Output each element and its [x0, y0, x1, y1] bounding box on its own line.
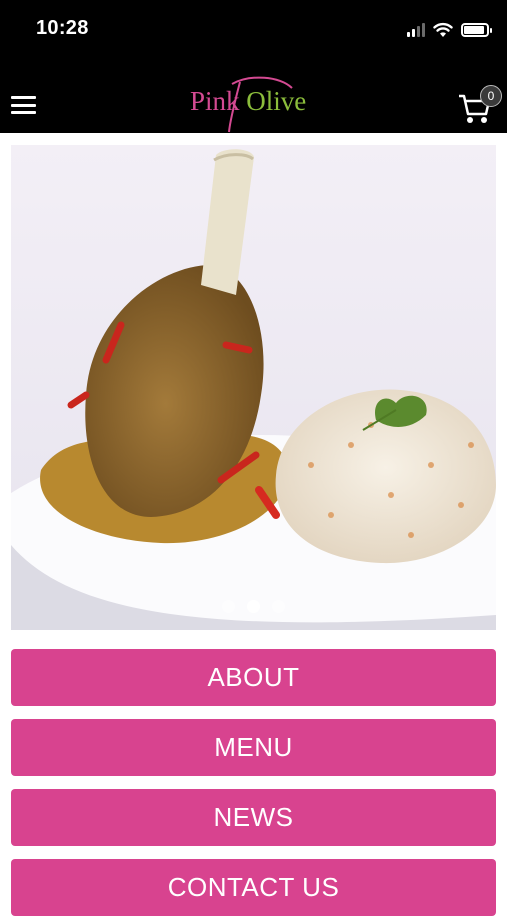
logo: Pink Olive [180, 76, 330, 134]
wifi-icon [433, 22, 453, 37]
about-button[interactable]: ABOUT [11, 649, 496, 706]
contact-us-button[interactable]: CONTACT US [11, 859, 496, 916]
food-dish-image [11, 145, 496, 630]
signal-icon [407, 23, 425, 37]
logo-pink-text: Pink [190, 86, 240, 116]
carousel-dot-3[interactable] [272, 600, 285, 613]
carousel-indicator [11, 600, 496, 613]
app-header: Pink Olive 0 [0, 62, 507, 133]
battery-icon [461, 23, 492, 37]
carousel-dot-1[interactable] [222, 600, 235, 613]
hero-carousel[interactable] [11, 145, 496, 630]
carousel-dot-2[interactable] [247, 600, 260, 613]
hamburger-icon[interactable] [11, 96, 36, 114]
status-bar: 10:28 [0, 0, 507, 62]
shopping-cart-button[interactable]: 0 [458, 85, 502, 123]
status-icons [407, 20, 492, 40]
news-button[interactable]: NEWS [11, 789, 496, 846]
status-time: 10:28 [36, 17, 89, 39]
cart-count-badge: 0 [480, 85, 502, 107]
logo-olive-text: Olive [246, 86, 307, 116]
menu-button[interactable]: MENU [11, 719, 496, 776]
